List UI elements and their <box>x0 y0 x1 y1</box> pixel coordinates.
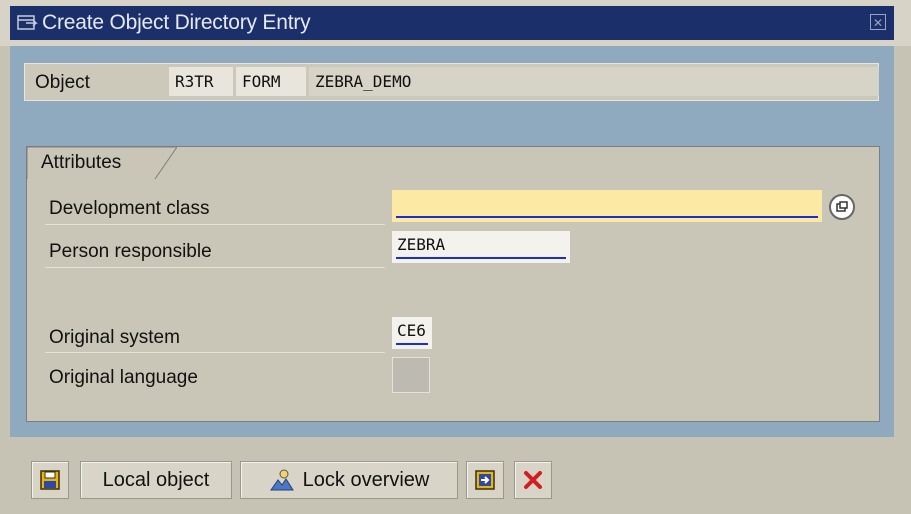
person-responsible-input[interactable]: ZEBRA <box>392 231 570 263</box>
person-responsible-label: Person responsible <box>49 241 212 262</box>
row-divider <box>45 352 385 353</box>
development-class-input[interactable] <box>392 190 822 222</box>
object-row: Object R3TR FORM ZEBRA_DEMO <box>24 63 879 101</box>
lock-overview-icon <box>269 468 295 492</box>
attributes-group-title: Attributes <box>41 152 122 173</box>
title-bar-inner: Create Object Directory Entry ✕ <box>10 6 894 40</box>
save-icon <box>39 469 61 491</box>
attributes-group-tab: Attributes <box>27 147 177 179</box>
development-class-label: Development class <box>49 198 210 219</box>
lock-overview-button[interactable]: Lock overview <box>240 461 458 499</box>
original-language-input[interactable] <box>392 357 430 393</box>
local-object-label: Local object <box>102 468 210 491</box>
object-name: ZEBRA_DEMO <box>309 67 879 96</box>
row-divider <box>45 267 385 268</box>
original-language-label: Original language <box>49 367 198 388</box>
local-object-button[interactable]: Local object <box>80 461 232 499</box>
row-divider <box>45 224 385 225</box>
window-icon <box>16 12 38 34</box>
dialog-toolbar: Local object Lock overview <box>0 437 911 514</box>
close-icon[interactable]: ✕ <box>870 14 886 30</box>
window-title: Create Object Directory Entry <box>42 11 311 34</box>
original-system-label: Original system <box>49 327 180 348</box>
original-system-input[interactable]: CE6 <box>392 317 432 349</box>
search-help-icon[interactable] <box>829 194 855 220</box>
other-object-icon <box>474 469 496 491</box>
save-button[interactable] <box>31 461 69 499</box>
other-object-button[interactable] <box>466 461 504 499</box>
title-bar: Create Object Directory Entry ✕ <box>0 0 911 46</box>
input-underline <box>396 343 428 345</box>
cancel-button[interactable] <box>514 461 552 499</box>
object-type: FORM <box>236 67 306 96</box>
cancel-icon <box>522 469 544 491</box>
input-underline <box>396 216 818 218</box>
input-underline <box>396 257 566 259</box>
attributes-group: Attributes Development class Person resp… <box>26 146 880 422</box>
lock-overview-label: Lock overview <box>302 468 430 491</box>
object-label: Object <box>35 72 90 93</box>
object-program-id: R3TR <box>169 67 233 96</box>
